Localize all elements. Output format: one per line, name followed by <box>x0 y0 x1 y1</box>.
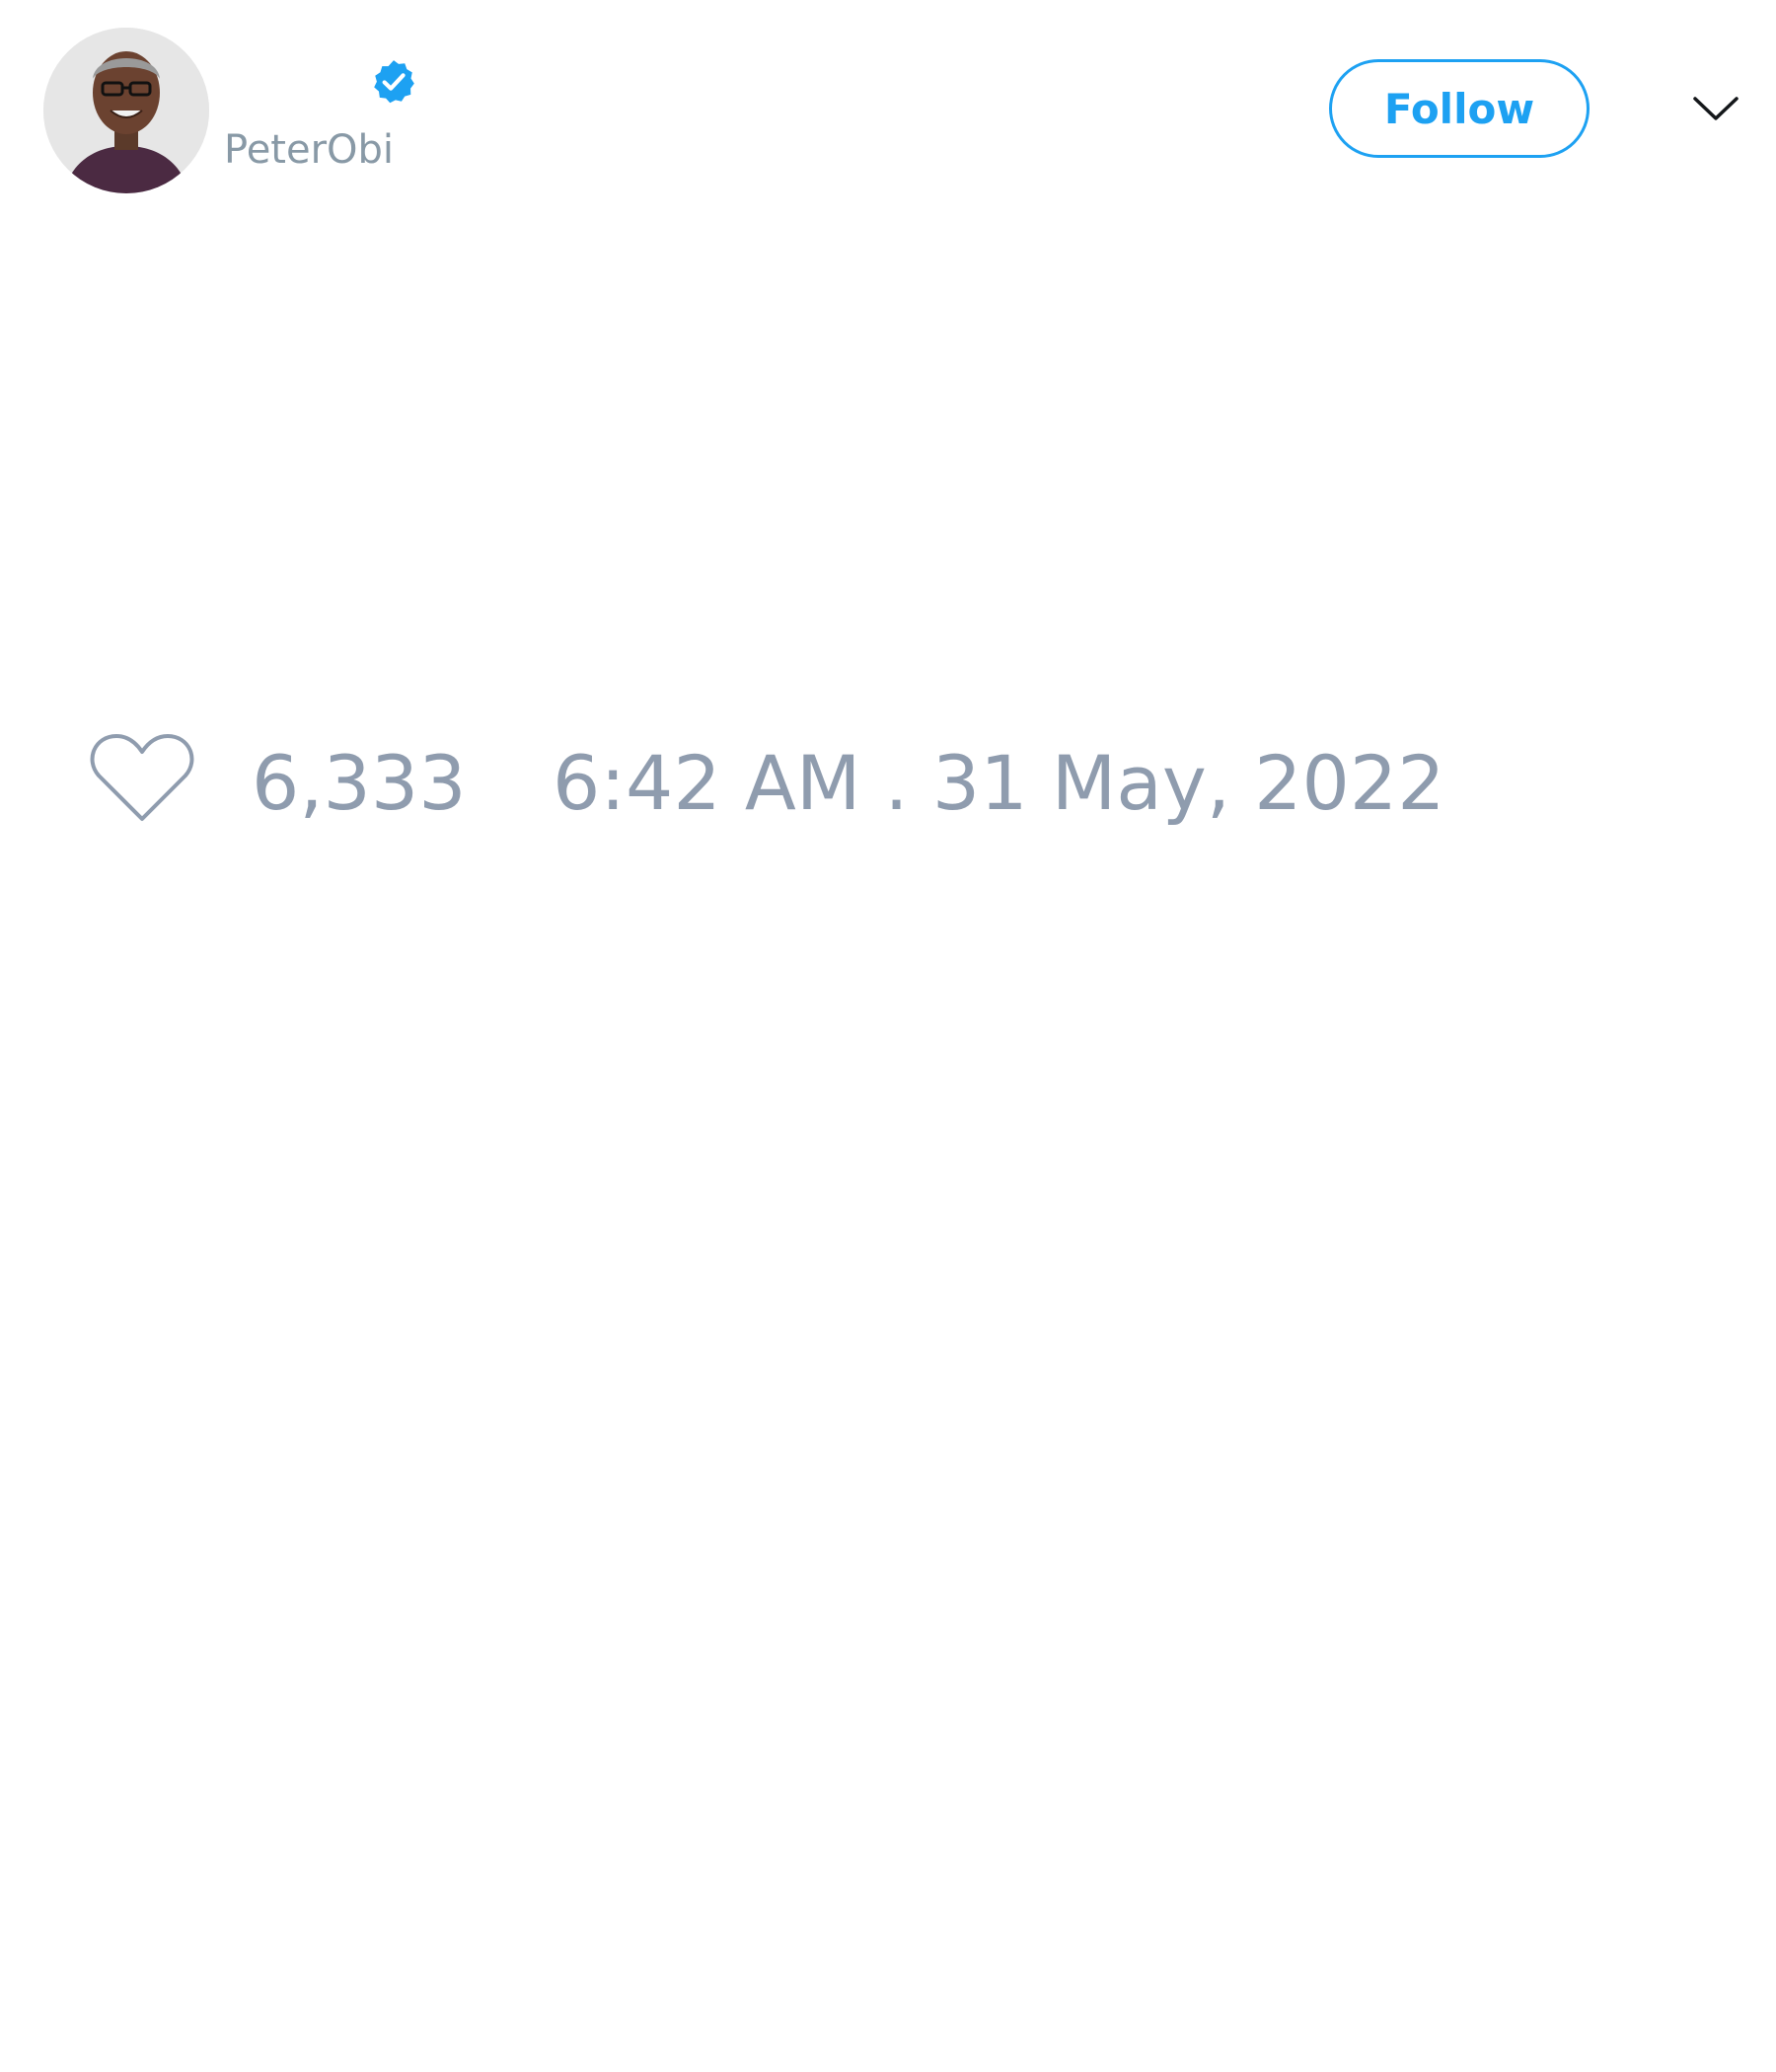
follow-button-label: Follow <box>1383 84 1535 133</box>
heart-icon[interactable] <box>89 730 195 825</box>
chevron-down-icon[interactable] <box>1692 91 1739 126</box>
tweet-card: PeterObi Follow 6,333 6:42 AM . 31 May, … <box>0 0 1776 2072</box>
like-count: 6,333 <box>252 739 467 827</box>
author-handle[interactable]: PeterObi <box>224 126 394 174</box>
follow-button[interactable]: Follow <box>1329 59 1590 158</box>
avatar[interactable] <box>43 28 209 193</box>
tweet-stats: 6,333 6:42 AM . 31 May, 2022 <box>89 730 1667 829</box>
tweet-timestamp[interactable]: 6:42 AM . 31 May, 2022 <box>553 738 1445 829</box>
verified-badge-icon <box>374 60 414 104</box>
